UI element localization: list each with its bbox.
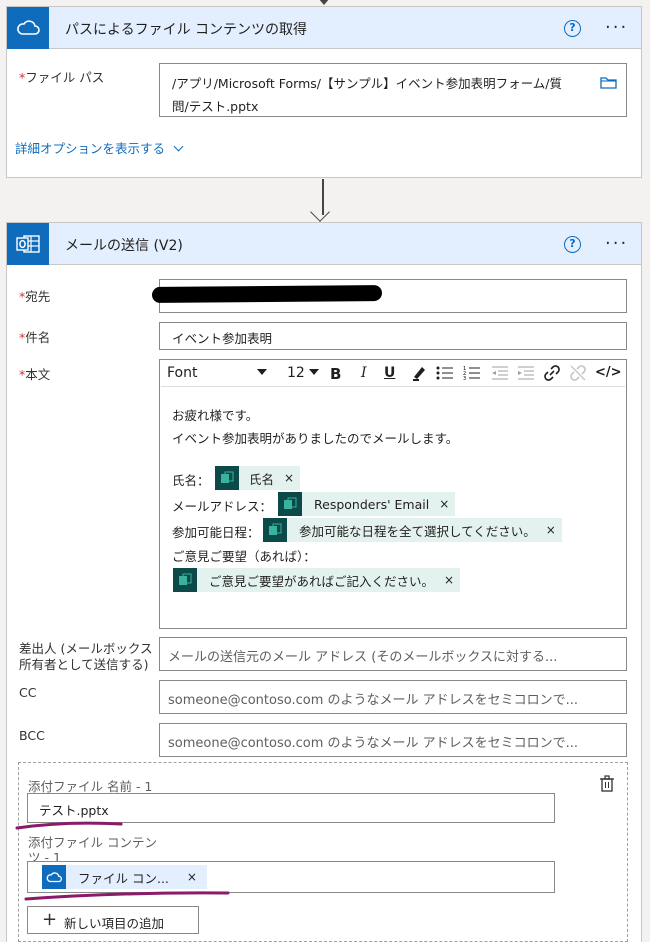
from-label: 差出人 (メールボックス 所有者として送信する) [19, 641, 153, 672]
body-label: *本文 [19, 367, 51, 382]
name-field-label: 氏名： [172, 473, 210, 488]
code-view-button[interactable]: </> [595, 365, 622, 380]
remove-token-icon[interactable]: × [439, 497, 449, 511]
folder-icon[interactable] [600, 76, 617, 93]
email-field-label: メールアドレス： [172, 499, 273, 514]
card-header[interactable]: パスによるファイル コンテンツの取得 ? ··· [7, 7, 641, 49]
font-dropdown-caret-icon[interactable] [257, 369, 267, 375]
file-path-input[interactable]: /アプリ/Microsoft Forms/【サンプル】イベント参加表明フォーム/… [159, 63, 627, 117]
subject-value: イベント参加表明 [172, 331, 273, 346]
dynamic-token-file-content[interactable]: ファイル コン... × [42, 865, 207, 889]
delete-item-icon[interactable] [599, 775, 615, 797]
cc-placeholder: someone@contoso.com のようなメール アドレスをセミコロンで.… [168, 693, 579, 708]
card-title: メールの送信 (V2) [65, 238, 183, 254]
highlight-pen-icon[interactable] [411, 364, 427, 386]
onedrive-cloud-icon [42, 865, 66, 889]
remove-token-icon[interactable]: × [187, 870, 197, 884]
cc-label: CC [19, 685, 37, 700]
to-input[interactable] [151, 279, 627, 313]
outlook-icon [7, 223, 49, 265]
onedrive-cloud-icon [7, 7, 49, 49]
attachment-name-value: テスト.pptx [39, 803, 109, 818]
body-text-line-1: お疲れ様です。 [172, 408, 259, 423]
numbered-list-icon[interactable]: 123 [463, 365, 481, 385]
file-path-line-1: /アプリ/Microsoft Forms/【サンプル】イベント参加表明フォーム/… [172, 76, 562, 91]
dynamic-token-name[interactable]: 氏名 × [215, 466, 301, 490]
subject-input[interactable]: イベント参加表明 [159, 322, 627, 350]
bcc-label: BCC [19, 728, 45, 743]
from-placeholder: メールの送信元のメール アドレス (そのメールボックスに対する... [168, 650, 558, 665]
show-advanced-options-link[interactable]: 詳細オプションを表示する [15, 138, 184, 157]
bcc-input[interactable]: someone@contoso.com のようなメール アドレスをセミコロンで.… [159, 723, 627, 757]
connector-arrow-down-icon [310, 202, 330, 222]
body-text-line-2: イベント参加表明がありましたのでメールします。 [172, 431, 459, 446]
connector-arrow-top [318, 0, 330, 5]
forms-icon [215, 466, 239, 490]
forms-icon [263, 518, 287, 542]
plus-icon: + [42, 909, 58, 930]
more-options-icon[interactable]: ··· [605, 19, 628, 37]
subject-label: *件名 [19, 330, 51, 345]
underline-button[interactable]: U [384, 365, 395, 381]
size-dropdown-caret-icon[interactable] [309, 369, 319, 375]
dynamic-token-email[interactable]: Responders' Email × [278, 492, 456, 516]
more-options-icon[interactable]: ··· [605, 235, 628, 253]
cc-input[interactable]: someone@contoso.com のようなメール アドレスをセミコロンで.… [159, 680, 627, 714]
chevron-down-icon [173, 141, 184, 152]
forms-icon [278, 492, 302, 516]
annotation-underline-2 [24, 891, 230, 901]
decrease-indent-icon[interactable] [491, 365, 509, 385]
svg-text:3: 3 [463, 376, 466, 381]
from-input[interactable]: メールの送信元のメール アドレス (そのメールボックスに対する... [159, 637, 627, 671]
remove-token-icon[interactable]: × [546, 523, 556, 537]
increase-indent-icon[interactable] [517, 365, 535, 385]
forms-icon [173, 568, 197, 592]
file-path-label: *ファイル パス [19, 70, 105, 85]
action-card-get-file-content: パスによるファイル コンテンツの取得 ? ··· *ファイル パス /アプリ/M… [6, 6, 642, 178]
card-title: パスによるファイル コンテンツの取得 [65, 22, 308, 38]
redaction-mark [151, 284, 383, 304]
attachments-group: 添付ファイル 名前 - 1 テスト.pptx 添付ファイル コンテンツ - 1 … [15, 762, 628, 942]
dynamic-token-date[interactable]: 参加可能な日程を全て選択してください。 × [263, 518, 562, 542]
help-icon[interactable]: ? [564, 236, 581, 253]
font-select[interactable]: Font [167, 365, 197, 381]
remove-token-icon[interactable]: × [444, 573, 454, 587]
insert-link-icon[interactable] [543, 364, 561, 386]
italic-button[interactable]: I [361, 365, 367, 381]
bcc-placeholder: someone@contoso.com のようなメール アドレスをセミコロンで.… [168, 736, 579, 751]
file-path-line-2: 問/テスト.pptx [172, 99, 259, 114]
bullet-list-icon[interactable] [436, 365, 454, 385]
add-new-item-button[interactable]: + 新しい項目の追加 [27, 906, 199, 934]
date-field-label: 参加可能日程： [172, 525, 260, 540]
help-icon[interactable]: ? [564, 20, 581, 37]
dynamic-token-opinion[interactable]: ご意見ご要望があればご記入ください。 × [173, 568, 461, 592]
bold-button[interactable]: B [330, 365, 341, 383]
font-size-select[interactable]: 12 [287, 365, 305, 381]
to-label: *宛先 [19, 289, 51, 304]
annotation-underline-1 [15, 821, 123, 830]
remove-token-icon[interactable]: × [284, 471, 294, 485]
card-header[interactable]: メールの送信 (V2) ? ··· [7, 223, 641, 265]
body-editor[interactable]: Font 12 B I U 123 </> お疲れ様です。 イベント参加表明があ… [159, 359, 627, 629]
editor-toolbar: Font 12 B I U 123 </> [161, 361, 625, 387]
opinion-field-label: ご意見ご要望（あれば）： [172, 549, 316, 564]
remove-link-icon[interactable] [569, 364, 587, 386]
